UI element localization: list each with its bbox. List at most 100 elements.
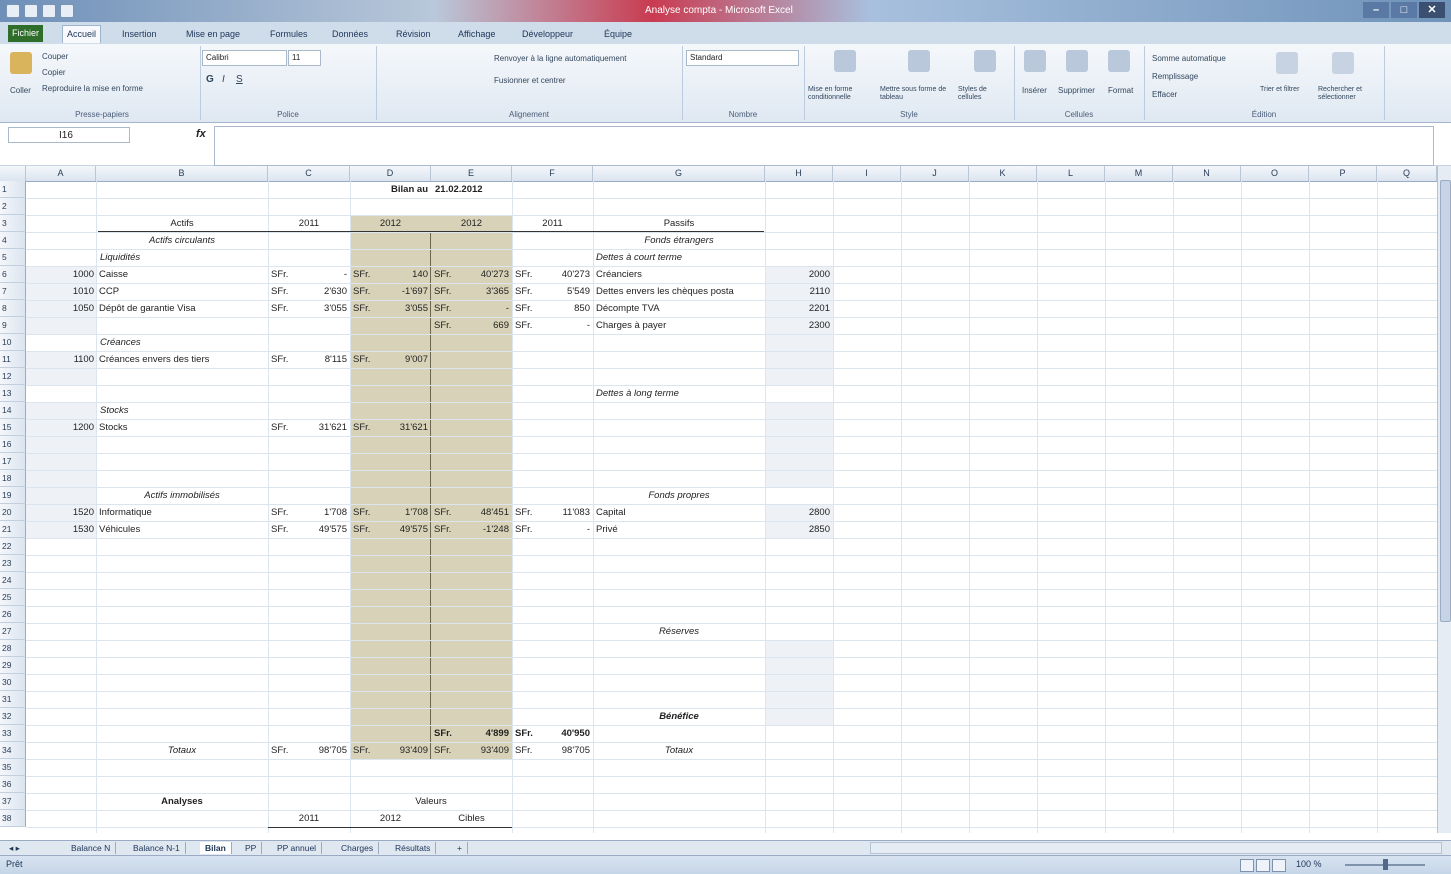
insert-function-icon[interactable]: fx (196, 128, 206, 140)
cell-g27[interactable]: Réserves (593, 623, 765, 640)
row-header[interactable]: 2 (0, 198, 26, 215)
row-header[interactable]: 18 (0, 470, 26, 487)
format-as-table-icon[interactable] (908, 50, 930, 72)
row-header[interactable]: 13 (0, 385, 26, 402)
tab-developer[interactable]: Développeur (518, 26, 577, 43)
row-header[interactable]: 37 (0, 793, 26, 810)
cell-e9[interactable]: 669 (456, 317, 509, 334)
column-header-m[interactable]: M (1105, 166, 1173, 181)
row-header[interactable]: 38 (0, 810, 26, 827)
format-button[interactable]: Format (1108, 86, 1133, 95)
cell-c20[interactable]: 1'708 (296, 504, 347, 521)
select-all-button[interactable] (0, 166, 26, 181)
cell-g13[interactable]: Dettes à long terme (596, 385, 764, 402)
cell-b10[interactable]: Créances (100, 334, 268, 351)
column-header-g[interactable]: G (593, 166, 765, 181)
row-header[interactable]: 8 (0, 300, 26, 317)
cell-f6[interactable]: 40'273 (537, 266, 590, 283)
minimize-button[interactable]: – (1363, 2, 1389, 18)
cell-d38[interactable]: 2012 (350, 810, 431, 827)
row-header[interactable]: 5 (0, 249, 26, 266)
sheet-tab-balance-n-1[interactable]: Balance N-1 (128, 842, 186, 854)
cell-styles-button[interactable]: Styles de cellules (958, 86, 1012, 102)
column-header-f[interactable]: F (512, 166, 593, 181)
row-header[interactable]: 19 (0, 487, 26, 504)
cell-a8[interactable]: 1050 (26, 300, 94, 317)
name-box[interactable]: I16 (8, 127, 130, 143)
row-header[interactable]: 26 (0, 606, 26, 623)
row-header[interactable]: 9 (0, 317, 26, 334)
maximize-button[interactable]: □ (1391, 2, 1417, 18)
clear-button[interactable]: Effacer (1152, 90, 1177, 99)
tab-team[interactable]: Équipe (600, 26, 636, 43)
row-header[interactable]: 27 (0, 623, 26, 640)
cell-g9[interactable]: Charges à payer (596, 317, 764, 334)
normal-view-icon[interactable] (1240, 859, 1254, 872)
cell-c7[interactable]: 2'630 (296, 283, 347, 300)
cell-g6[interactable]: Créanciers (596, 266, 764, 283)
cell-c21[interactable]: 49'575 (296, 521, 347, 538)
zoom-slider-knob[interactable] (1383, 859, 1388, 870)
row-header[interactable]: 34 (0, 742, 26, 759)
delete-button[interactable]: Supprimer (1058, 86, 1095, 95)
page-break-view-icon[interactable] (1272, 859, 1286, 872)
cell-b8[interactable]: Dépôt de garantie Visa (99, 300, 267, 317)
cell-styles-icon[interactable] (974, 50, 996, 72)
row-header[interactable]: 4 (0, 232, 26, 249)
worksheet-grid[interactable]: Bilan au 21.02.2012 Actifs 2011 2012 201… (26, 181, 1437, 833)
tab-data[interactable]: Données (328, 26, 372, 43)
cell-h6[interactable]: 2000 (765, 266, 830, 283)
column-header-j[interactable]: J (901, 166, 969, 181)
row-header[interactable]: 15 (0, 419, 26, 436)
cell-e20[interactable]: 48'451 (456, 504, 509, 521)
cell-g32[interactable]: Bénéfice (593, 708, 765, 725)
cell-b4[interactable]: Actifs circulants (96, 232, 268, 249)
cell-b3[interactable]: Actifs (96, 215, 268, 232)
close-button[interactable]: ✕ (1419, 2, 1445, 18)
paste-icon[interactable] (10, 52, 32, 74)
row-header[interactable]: 17 (0, 453, 26, 470)
sheet-tab-balance-n[interactable]: Balance N (66, 842, 117, 854)
sort-filter-button[interactable]: Trier et filtrer (1260, 86, 1316, 94)
cell-f34[interactable]: 98'705 (537, 742, 590, 759)
formula-input[interactable] (214, 126, 1434, 166)
fill-button[interactable]: Remplissage (1152, 72, 1198, 81)
cell-c6[interactable]: - (296, 266, 347, 283)
cell-c34[interactable]: 98'705 (296, 742, 347, 759)
cell-e6[interactable]: 40'273 (456, 266, 509, 283)
row-header[interactable]: 22 (0, 538, 26, 555)
cell-c15[interactable]: 31'621 (296, 419, 347, 436)
underline-button[interactable]: S (236, 74, 243, 85)
row-header[interactable]: 12 (0, 368, 26, 385)
cell-e3[interactable]: 2012 (431, 215, 512, 232)
sheet-tab-pp[interactable]: PP (240, 842, 263, 854)
row-header[interactable]: 28 (0, 640, 26, 657)
row-header[interactable]: 3 (0, 215, 26, 232)
cell-g34[interactable]: Totaux (593, 742, 765, 759)
column-header-n[interactable]: N (1173, 166, 1241, 181)
format-painter-button[interactable]: Reproduire la mise en forme (42, 84, 143, 93)
cell-h7[interactable]: 2110 (765, 283, 830, 300)
row-header[interactable]: 33 (0, 725, 26, 742)
cell-h20[interactable]: 2800 (765, 504, 830, 521)
column-header-o[interactable]: O (1241, 166, 1309, 181)
delete-cells-icon[interactable] (1066, 50, 1088, 72)
row-header[interactable]: 6 (0, 266, 26, 283)
row-header[interactable]: 25 (0, 589, 26, 606)
format-as-table-button[interactable]: Mettre sous forme de tableau (880, 86, 954, 102)
conditional-format-icon[interactable] (834, 50, 856, 72)
number-format-select[interactable]: Standard (686, 50, 799, 66)
cell-d11[interactable]: 9'007 (376, 351, 428, 368)
font-size-select[interactable]: 11 (288, 50, 321, 66)
bold-button[interactable]: G (206, 74, 214, 85)
paste-button[interactable]: Coller (10, 86, 31, 95)
row-header[interactable]: 7 (0, 283, 26, 300)
tab-file[interactable]: Fichier (8, 25, 44, 42)
page-layout-view-icon[interactable] (1256, 859, 1270, 872)
cell-e1[interactable]: 21.02.2012 (435, 181, 511, 198)
column-header-e[interactable]: E (431, 166, 512, 181)
row-header[interactable]: 29 (0, 657, 26, 674)
column-header-h[interactable]: H (765, 166, 833, 181)
cell-h21[interactable]: 2850 (765, 521, 830, 538)
copy-button[interactable]: Copier (42, 68, 66, 77)
